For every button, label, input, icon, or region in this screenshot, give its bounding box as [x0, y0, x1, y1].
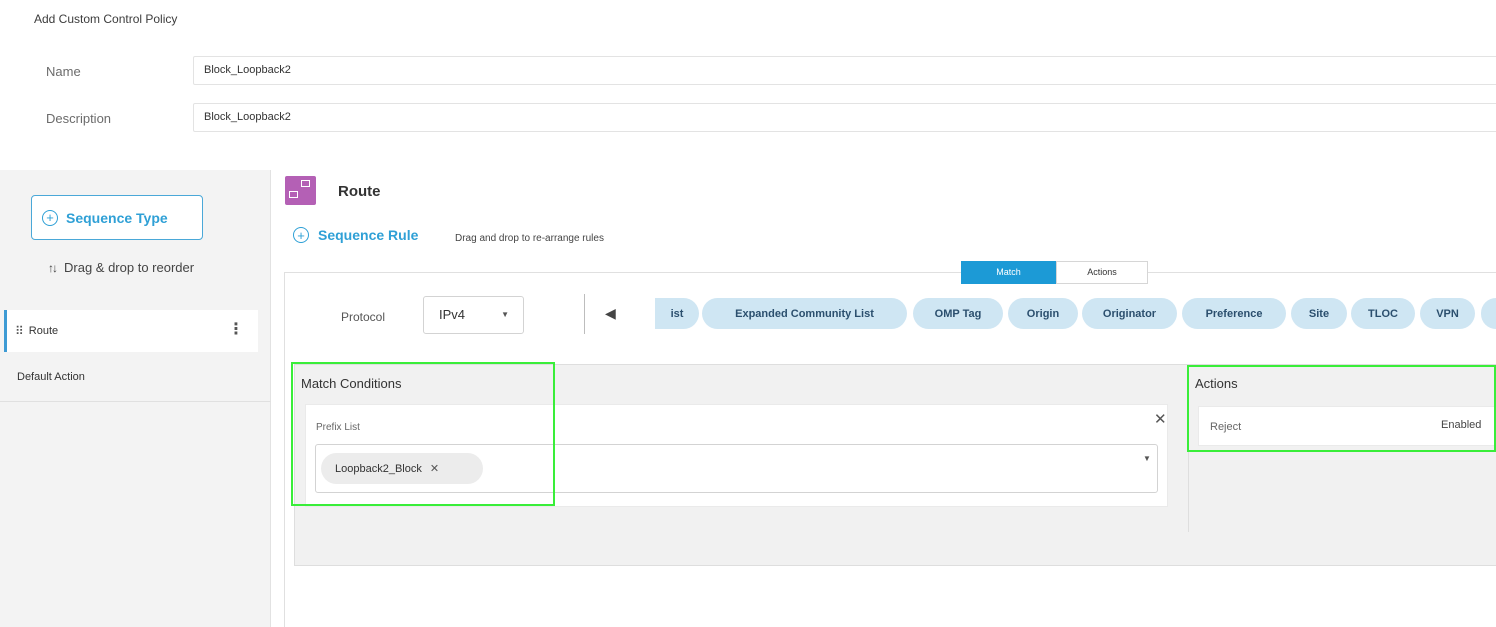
protocol-select[interactable]: IPv4 ▼ [423, 296, 524, 334]
plus-circle-icon: + [42, 209, 58, 226]
match-chip[interactable]: Preference [1182, 298, 1286, 329]
sidebar-item-label: Route [28, 325, 59, 337]
drag-reorder-label: Drag & drop to reorder [64, 260, 195, 275]
match-conditions-highlight [291, 362, 555, 506]
plus-circle-icon: + [293, 227, 309, 243]
page-title: Add Custom Control Policy [34, 12, 178, 26]
description-field[interactable]: Block_Loopback2 [193, 103, 1496, 132]
protocol-value: IPv4 [439, 307, 466, 322]
chevron-down-icon[interactable]: ▼ [1143, 454, 1151, 463]
chevron-down-icon: ▼ [501, 310, 509, 319]
section-title-route: Route [338, 183, 381, 200]
tab-match[interactable]: Match [961, 261, 1056, 284]
more-options-icon[interactable]: ⋮ [228, 322, 244, 338]
name-label: Name [46, 64, 81, 79]
drag-handle-icon[interactable]: ⠿ [15, 324, 24, 338]
actions-highlight [1187, 365, 1496, 452]
sequence-type-button[interactable]: + Sequence Type [31, 195, 203, 240]
default-action-item[interactable]: Default Action [0, 365, 271, 402]
protocol-label: Protocol [341, 310, 386, 324]
tab-actions[interactable]: Actions [1056, 261, 1148, 284]
divider [584, 294, 585, 334]
match-chip[interactable]: TLOC [1351, 298, 1415, 329]
match-chip[interactable]: VPN [1420, 298, 1475, 329]
match-chip[interactable]: Expanded Community List [702, 298, 907, 329]
match-chip[interactable]: ist [655, 298, 699, 329]
scroll-left-icon[interactable]: ◀ [605, 305, 616, 322]
match-chip[interactable]: Site [1291, 298, 1347, 329]
match-chip[interactable]: Originator [1082, 298, 1177, 329]
sequence-rule-label: Sequence Rule [318, 227, 419, 243]
description-label: Description [46, 111, 112, 126]
sequence-sidebar: + Sequence Type ↑↓ Drag & drop to reorde… [0, 170, 271, 627]
match-chip[interactable]: OMP Tag [913, 298, 1003, 329]
match-chip[interactable]: Origin [1008, 298, 1078, 329]
sequence-type-label: Sequence Type [66, 209, 168, 226]
close-icon[interactable]: ✕ [1154, 410, 1167, 428]
sequence-rule-hint: Drag and drop to re-arrange rules [455, 233, 604, 244]
sort-icon: ↑↓ [48, 260, 58, 275]
sidebar-item-route[interactable]: ⠿ Route ⋮ [4, 310, 258, 352]
drag-reorder-hint: ↑↓ Drag & drop to reorder [48, 260, 194, 275]
name-field[interactable]: Block_Loopback2 [193, 56, 1496, 85]
sequence-rule-button[interactable]: + Sequence Rule [293, 227, 418, 243]
route-icon [285, 176, 316, 205]
